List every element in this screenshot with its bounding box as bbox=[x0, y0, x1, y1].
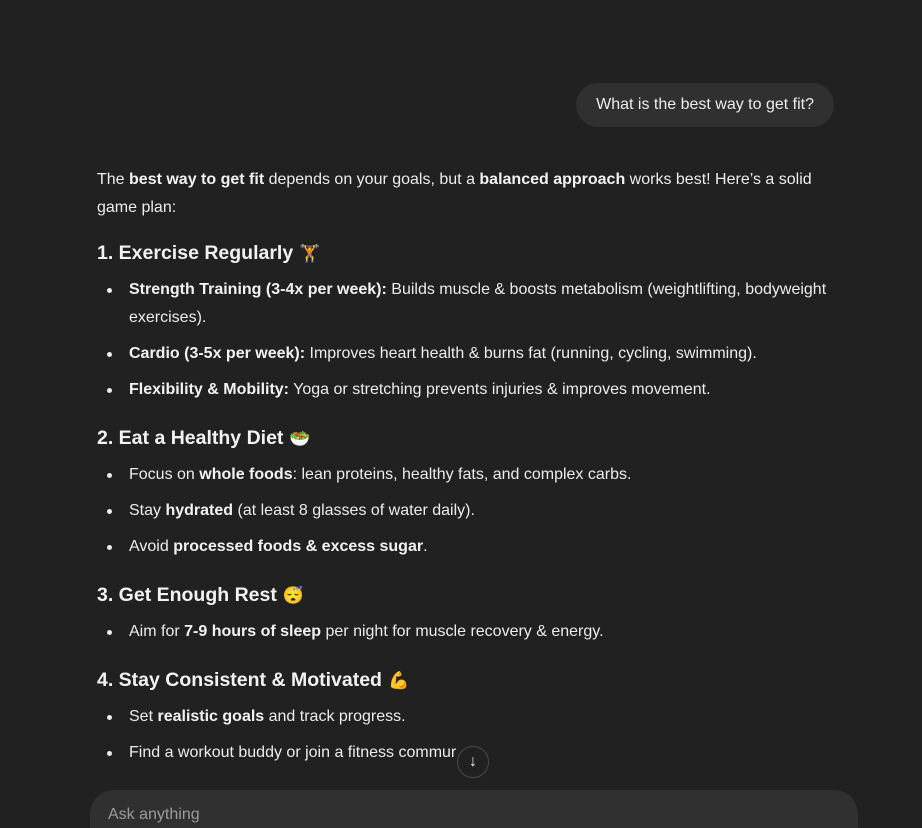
list-item: Stay hydrated (at least 8 glasses of wat… bbox=[97, 497, 837, 525]
section-heading-exercise: 1. Exercise Regularly 🏋️ bbox=[97, 239, 837, 268]
arrow-down-icon: ↓ bbox=[469, 753, 477, 770]
heading-text: 4. Stay Consistent & Motivated bbox=[97, 669, 382, 691]
intro-bold: best way to get fit bbox=[129, 171, 265, 188]
item-text: . bbox=[423, 538, 428, 555]
heading-text: 3. Get Enough Rest bbox=[97, 584, 277, 606]
item-bold: Cardio (3-5x per week): bbox=[129, 345, 306, 362]
item-bold: realistic goals bbox=[157, 708, 265, 725]
message-input[interactable] bbox=[106, 802, 810, 828]
salad-emoji-icon: 🥗 bbox=[289, 429, 311, 448]
item-text: Yoga or stretching prevents injuries & i… bbox=[289, 381, 711, 398]
item-text: Stay bbox=[129, 502, 166, 519]
scroll-to-bottom-button[interactable]: ↓ bbox=[457, 746, 489, 778]
item-text: Set bbox=[129, 708, 158, 725]
item-text: and track progress. bbox=[264, 708, 406, 725]
item-text: : lean proteins, healthy fats, and compl… bbox=[292, 466, 632, 483]
message-composer[interactable] bbox=[90, 790, 858, 828]
item-bold: Flexibility & Mobility: bbox=[129, 381, 290, 398]
diet-list: Focus on whole foods: lean proteins, hea… bbox=[97, 461, 837, 561]
list-item: Cardio (3-5x per week): Improves heart h… bbox=[97, 340, 837, 368]
item-bold: 7-9 hours of sleep bbox=[184, 623, 322, 640]
item-bold: hydrated bbox=[165, 502, 234, 519]
list-item: Strength Training (3-4x per week): Build… bbox=[97, 276, 837, 332]
item-text: Avoid bbox=[129, 538, 174, 555]
flexed-biceps-emoji-icon: 💪 bbox=[387, 671, 410, 690]
exercise-list: Strength Training (3-4x per week): Build… bbox=[97, 276, 837, 404]
section-heading-consistency: 4. Stay Consistent & Motivated 💪 bbox=[97, 666, 837, 695]
item-text: Find a workout buddy or join a fitness c… bbox=[129, 744, 457, 761]
intro-text: The bbox=[97, 171, 130, 188]
list-item: Avoid processed foods & excess sugar. bbox=[97, 533, 837, 561]
item-text: Aim for bbox=[129, 623, 185, 640]
intro-bold: balanced approach bbox=[479, 171, 626, 188]
item-text: (at least 8 glasses of water daily). bbox=[233, 502, 475, 519]
list-item: Flexibility & Mobility: Yoga or stretchi… bbox=[97, 376, 837, 404]
item-text: Improves heart health & burns fat (runni… bbox=[305, 345, 757, 362]
rest-list: Aim for 7-9 hours of sleep per night for… bbox=[97, 618, 837, 646]
heading-text: 2. Eat a Healthy Diet bbox=[97, 427, 284, 449]
assistant-response: The best way to get fit depends on your … bbox=[97, 166, 837, 787]
sleeping-face-emoji-icon: 😴 bbox=[282, 586, 305, 605]
list-item: Aim for 7-9 hours of sleep per night for… bbox=[97, 618, 837, 646]
list-item: Set realistic goals and track progress. bbox=[97, 703, 837, 731]
section-heading-rest: 3. Get Enough Rest 😴 bbox=[97, 581, 837, 610]
item-bold: Strength Training (3-4x per week): bbox=[129, 281, 387, 298]
chat-page: What is the best way to get fit? The bes… bbox=[0, 0, 922, 828]
item-bold: processed foods & excess sugar bbox=[173, 538, 424, 555]
user-message-bubble: What is the best way to get fit? bbox=[576, 83, 834, 127]
weightlifter-emoji-icon: 🏋️ bbox=[299, 244, 321, 263]
list-item: Focus on whole foods: lean proteins, hea… bbox=[97, 461, 837, 489]
item-text: per night for muscle recovery & energy. bbox=[321, 623, 604, 640]
response-intro: The best way to get fit depends on your … bbox=[97, 166, 837, 222]
section-heading-diet: 2. Eat a Healthy Diet 🥗 bbox=[97, 424, 837, 453]
item-bold: whole foods bbox=[199, 466, 293, 483]
intro-text: depends on your goals, but a bbox=[264, 171, 480, 188]
heading-text: 1. Exercise Regularly bbox=[97, 242, 294, 264]
item-text: Focus on bbox=[129, 466, 200, 483]
user-message-row: What is the best way to get fit? bbox=[576, 83, 834, 127]
